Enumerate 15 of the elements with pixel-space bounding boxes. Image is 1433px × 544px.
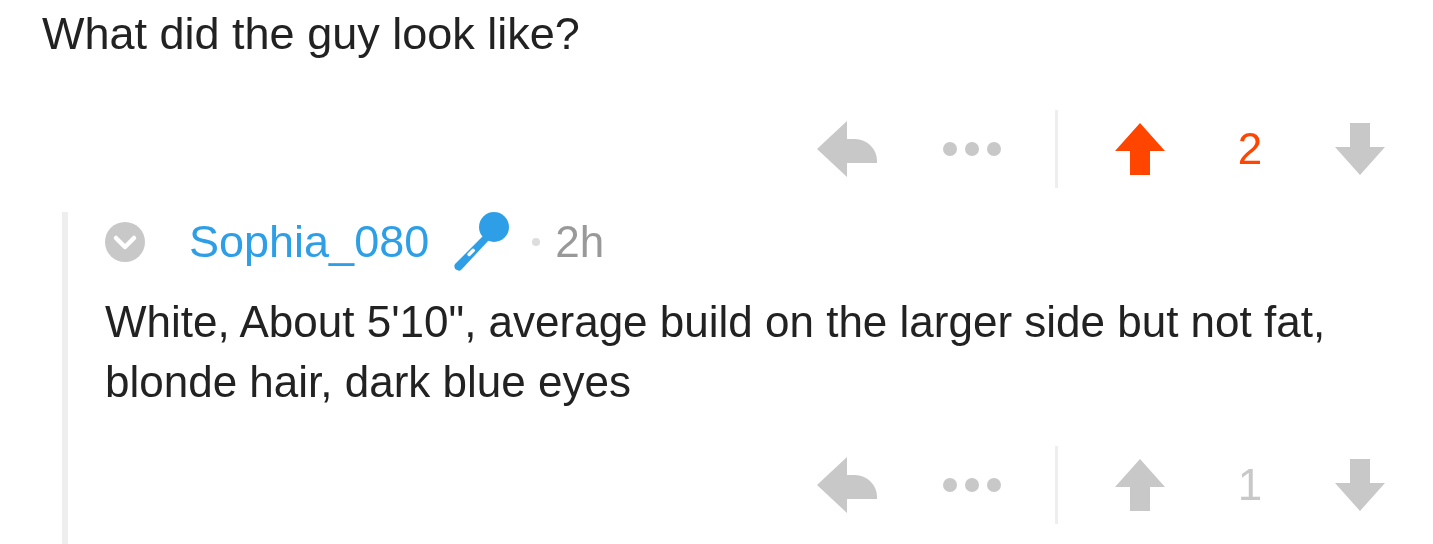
reply-icon[interactable] <box>817 457 877 513</box>
comment-text: What did the guy look like? <box>41 7 580 61</box>
upvote-icon[interactable] <box>1115 459 1165 511</box>
more-icon[interactable] <box>942 477 1002 493</box>
username-link[interactable]: Sophia_080 <box>189 214 430 270</box>
separator-dot <box>531 237 542 247</box>
downvote-icon[interactable] <box>1335 123 1385 175</box>
reply-icon[interactable] <box>817 121 877 177</box>
collapse-icon[interactable] <box>105 222 145 262</box>
upvote-icon[interactable] <box>1115 123 1165 175</box>
score: 2 <box>1236 124 1264 174</box>
more-icon[interactable] <box>942 141 1002 157</box>
comment-text: White, About 5'10", average build on the larger side but not fat, blonde hair, dark blue eyes <box>104 296 1327 408</box>
timestamp: 2h <box>555 216 605 268</box>
downvote-icon[interactable] <box>1335 459 1385 511</box>
